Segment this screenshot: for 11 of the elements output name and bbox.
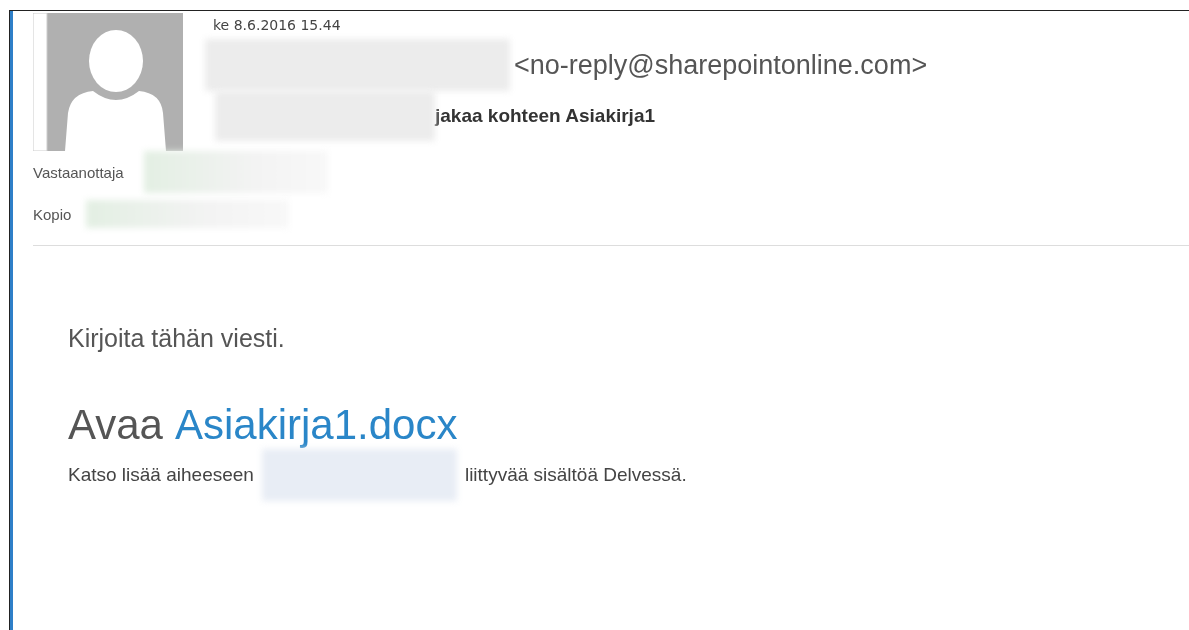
subject: jakaa kohteen Asiakirja1 [435, 105, 656, 127]
message-text: Kirjoita tähän viesti. [68, 324, 286, 353]
cc-label: Kopio [33, 205, 72, 223]
to-label: Vastaanottaja [33, 163, 124, 181]
sender-address: <no-reply@sharepointonline.com> [514, 49, 928, 81]
sent-date: ke 8.6.2016 15.44 [213, 17, 342, 33]
more-text: Katso lisää aiheeseen [68, 464, 254, 486]
more-text: liittyvää sisältöä Delvessä. [464, 464, 687, 486]
avatar-placeholder-icon [33, 13, 183, 151]
document-link[interactable]: Asiakirja1.docx [175, 401, 458, 449]
open-label: Avaa [68, 401, 163, 449]
